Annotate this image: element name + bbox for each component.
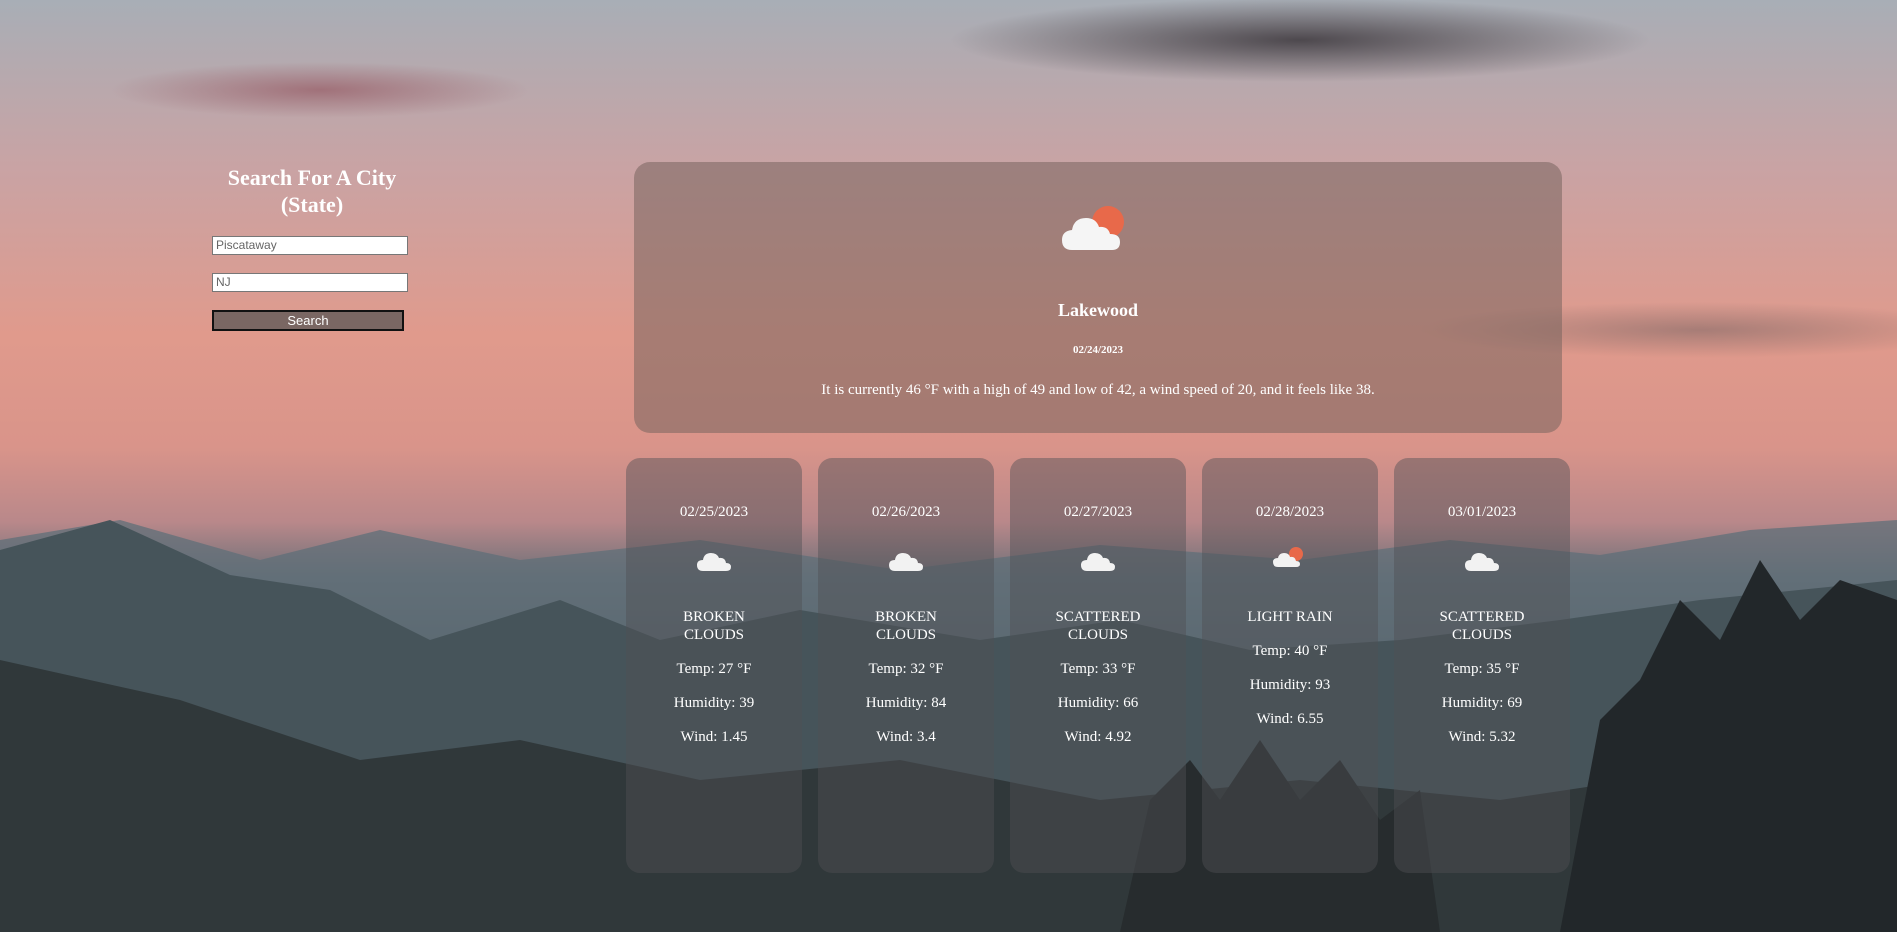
forecast-description-line2: CLOUDS xyxy=(1067,627,1128,643)
forecast-stats: Temp: 32 °F Humidity: 84 Wind: 3.4 xyxy=(818,660,994,762)
search-title: Search For A City (State) xyxy=(212,164,412,218)
forecast-stats: Temp: 27 °F Humidity: 39 Wind: 1.45 xyxy=(626,660,802,762)
forecast-stats: Temp: 40 °F Humidity: 93 Wind: 6.55 xyxy=(1202,642,1378,744)
search-title-line1: Search For A City xyxy=(227,165,397,190)
forecast-description-line1: BROKEN xyxy=(875,609,937,625)
forecast-description: BROKEN CLOUDS xyxy=(646,608,782,644)
forecast-humidity: Humidity: 39 xyxy=(673,695,755,711)
forecast-card: 02/26/2023 BROKEN CLOUDS Temp: 32 °F Hum… xyxy=(818,458,994,873)
forecast-description-line2: CLOUDS xyxy=(1451,627,1512,643)
state-input[interactable]: NJ xyxy=(212,273,408,292)
forecast-description-line1: LIGHT RAIN xyxy=(1247,609,1333,625)
current-date: 02/24/2023 xyxy=(1072,344,1124,356)
forecast-card: 02/27/2023 SCATTERED CLOUDS Temp: 33 °F … xyxy=(1010,458,1186,873)
forecast-temp: Temp: 32 °F xyxy=(868,661,944,677)
forecast-stats: Temp: 33 °F Humidity: 66 Wind: 4.92 xyxy=(1010,660,1186,762)
forecast-description-line2: CLOUDS xyxy=(683,627,744,643)
forecast-wind: Wind: 5.32 xyxy=(1448,729,1516,745)
forecast-description-line1: SCATTERED xyxy=(1439,609,1525,625)
forecast-temp: Temp: 27 °F xyxy=(676,661,752,677)
current-weather-card: Lakewood 02/24/2023 It is currently 46 °… xyxy=(634,162,1562,433)
forecast-humidity: Humidity: 93 xyxy=(1249,677,1331,693)
forecast-temp: Temp: 33 °F xyxy=(1060,661,1136,677)
forecast-stats: Temp: 35 °F Humidity: 69 Wind: 5.32 xyxy=(1394,660,1570,762)
city-input[interactable]: Piscataway xyxy=(212,236,408,255)
forecast-date: 02/27/2023 xyxy=(1063,504,1133,520)
current-city: Lakewood xyxy=(1057,300,1138,320)
forecast-wind: Wind: 3.4 xyxy=(876,729,936,745)
forecast-card: 02/25/2023 BROKEN CLOUDS Temp: 27 °F Hum… xyxy=(626,458,802,873)
forecast-description-line1: BROKEN xyxy=(683,609,745,625)
current-summary: It is currently 46 °F with a high of 49 … xyxy=(821,382,1375,398)
forecast-humidity: Humidity: 84 xyxy=(865,695,947,711)
forecast-card: 02/28/2023 LIGHT RAIN Temp: 40 °F Humidi… xyxy=(1202,458,1378,873)
forecast-date: 03/01/2023 xyxy=(1447,504,1517,520)
forecast-wind: Wind: 1.45 xyxy=(680,729,748,745)
forecast-date: 02/28/2023 xyxy=(1255,504,1325,520)
forecast-description: LIGHT RAIN xyxy=(1222,608,1358,626)
cloud-icon xyxy=(1081,553,1115,571)
forecast-description: SCATTERED CLOUDS xyxy=(1030,608,1166,644)
forecast-date: 02/25/2023 xyxy=(679,504,749,520)
forecast-humidity: Humidity: 69 xyxy=(1441,695,1523,711)
forecast-description-line2: CLOUDS xyxy=(875,627,936,643)
forecast-card: 03/01/2023 SCATTERED CLOUDS Temp: 35 °F … xyxy=(1394,458,1570,873)
forecast-description: BROKEN CLOUDS xyxy=(838,608,974,644)
cloud-sun-icon xyxy=(1062,206,1124,250)
search-panel: Search For A City (State) Piscataway NJ … xyxy=(212,164,412,331)
cloud-icon xyxy=(1465,553,1499,571)
forecast-temp: Temp: 40 °F xyxy=(1252,643,1328,659)
forecast-date: 02/26/2023 xyxy=(871,504,941,520)
forecast-wind: Wind: 6.55 xyxy=(1256,711,1324,727)
cloud-icon xyxy=(697,553,731,571)
forecast-temp: Temp: 35 °F xyxy=(1444,661,1520,677)
forecast-description-line1: SCATTERED xyxy=(1055,609,1141,625)
forecast-wind: Wind: 4.92 xyxy=(1064,729,1132,745)
cloud-icon xyxy=(889,553,923,571)
forecast-humidity: Humidity: 66 xyxy=(1057,695,1139,711)
cloud-sun-icon xyxy=(1273,547,1303,567)
forecast-description: SCATTERED CLOUDS xyxy=(1414,608,1550,644)
search-title-line2: (State) xyxy=(280,192,344,217)
search-button[interactable]: Search xyxy=(212,310,404,331)
